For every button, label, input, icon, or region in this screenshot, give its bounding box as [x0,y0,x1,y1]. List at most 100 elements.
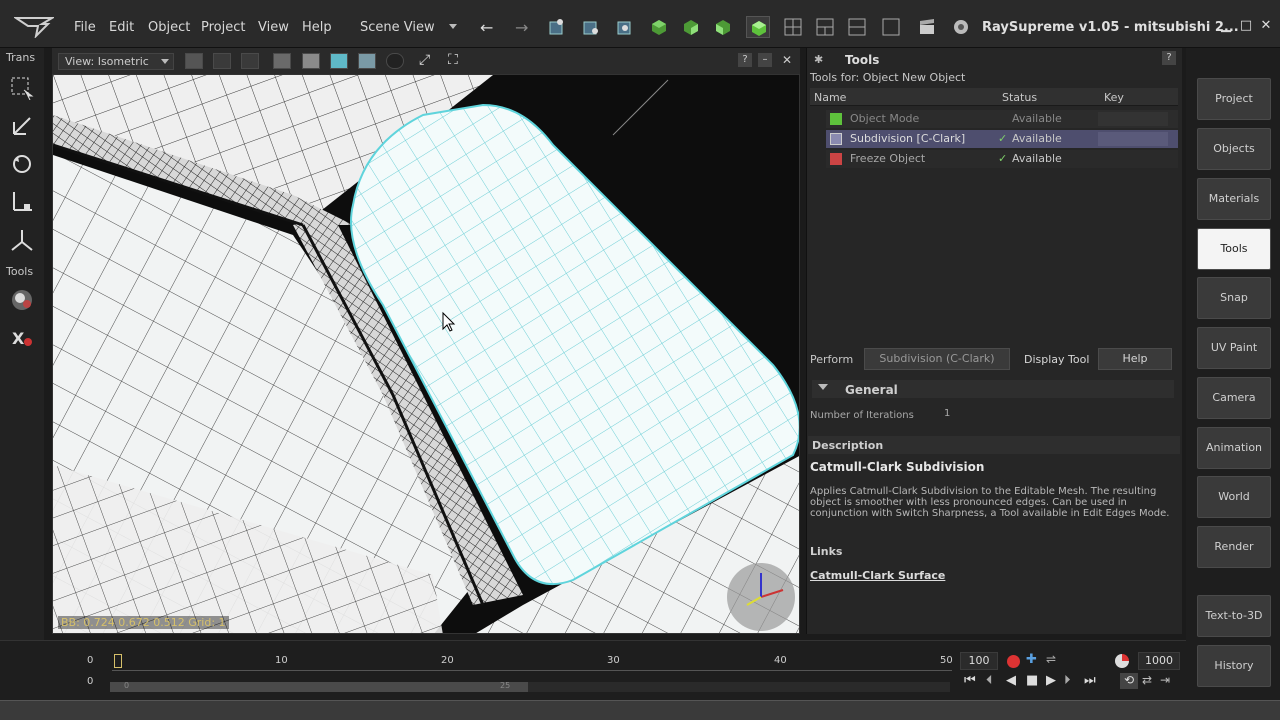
axis-icon[interactable] [10,228,34,252]
perform-tool-button[interactable]: Subdivision (C-Clark) [864,348,1010,370]
table-row[interactable]: Freeze Object ✓ Available [826,150,1178,168]
display-tool-button[interactable]: Display Tool [1024,353,1089,366]
3d-viewport[interactable] [52,74,800,634]
minimize-button[interactable]: ▁ [1218,18,1234,34]
scene-view-select[interactable]: Scene View [360,20,435,35]
speed-dial-icon[interactable] [1115,654,1129,668]
world-settings-icon[interactable] [952,18,970,36]
stop-icon[interactable]: ■ [1026,673,1038,688]
tab-camera[interactable]: Camera [1197,377,1271,419]
skip-end-icon[interactable]: ⏭ [1084,673,1096,688]
rotate-view-icon[interactable] [582,18,600,36]
layout-quad-icon[interactable] [784,18,802,36]
record-icon[interactable] [1007,655,1020,668]
step-forward-icon[interactable]: ⏵ [1064,673,1071,688]
table-row[interactable]: Object Mode Available [826,110,1178,128]
cube-object-icon[interactable] [650,18,668,36]
tab-animation[interactable]: Animation [1197,427,1271,469]
tab-world[interactable]: World [1197,476,1271,518]
tool-key[interactable] [1098,112,1168,126]
playhead[interactable] [114,654,122,668]
play-icon[interactable]: ▶ [1046,673,1056,688]
tool-key[interactable] [1098,132,1168,146]
end-frame-input[interactable]: 1000 [1138,652,1180,670]
select-icon[interactable] [10,76,34,100]
menu-object[interactable]: Object [148,20,190,35]
tab-text-to-3d[interactable]: Text-to-3D [1197,595,1271,637]
layout-split-icon[interactable] [848,18,866,36]
col-name[interactable]: Name [814,91,846,104]
view-select[interactable]: View: Isometric [58,53,174,70]
fit-selection-icon[interactable]: ⛶ [448,52,458,68]
fit-view-icon[interactable]: ⤢ [419,52,430,68]
loop-icon[interactable]: ⟲ [1120,673,1138,689]
tab-project[interactable]: Project [1197,78,1271,120]
view-textured-button[interactable] [358,53,376,69]
view-render-button[interactable] [386,53,404,69]
menu-help[interactable]: Help [302,20,332,35]
menu-edit[interactable]: Edit [109,20,134,35]
view-wire-button[interactable] [213,53,231,69]
menu-view[interactable]: View [258,20,289,35]
menu-project[interactable]: Project [201,20,245,35]
scale-icon[interactable] [10,190,34,214]
subdivide-tool-icon[interactable] [10,288,34,312]
select-move-icon[interactable] [548,18,566,36]
view-grid-button[interactable] [185,53,203,69]
chevron-down-icon[interactable] [449,24,457,29]
view-material-button[interactable] [330,53,348,69]
help-button[interactable]: Help [1098,348,1172,370]
help-icon[interactable]: ? [738,53,752,67]
play-once-icon[interactable]: ⇥ [1160,673,1170,687]
pin-icon[interactable]: ✱ [814,53,823,66]
table-row[interactable]: Subdivision [C-Clark] ✓ Available [826,130,1178,148]
timeline-ruler[interactable] [112,670,952,671]
render-clapper-icon[interactable] [918,18,936,36]
tab-objects[interactable]: Objects [1197,128,1271,170]
col-status[interactable]: Status [1002,91,1037,104]
menu-file[interactable]: File [74,20,96,35]
tab-render[interactable]: Render [1197,526,1271,568]
play-reverse-icon[interactable]: ◀ [1006,673,1016,688]
perform-label: Perform [810,353,854,366]
tab-history[interactable]: History [1197,645,1271,687]
move-icon[interactable] [10,114,34,138]
col-key[interactable]: Key [1104,91,1124,104]
rotate-icon[interactable] [10,152,34,176]
minimize-viewport-icon[interactable]: – [758,53,772,67]
view-smooth-button[interactable] [302,53,320,69]
remove-key-icon[interactable]: ⇌ [1046,652,1056,666]
timeline-start-bottom: 0 [87,676,94,687]
skip-start-icon[interactable]: ⏮ [964,673,976,688]
view-solid-button[interactable] [241,53,259,69]
close-viewport-icon[interactable]: ✕ [780,53,794,67]
split-tool-icon[interactable]: X [10,326,34,350]
scrub-thumb[interactable] [110,682,528,692]
add-key-icon[interactable]: ✚ [1026,652,1037,667]
catmull-clark-link[interactable]: Catmull-Clark Surface [810,569,945,582]
iterations-input[interactable]: 1 [938,408,978,422]
zoom-view-icon[interactable] [616,18,634,36]
cube-vertex-icon [752,21,766,36]
description-label: Description [812,439,884,452]
undo-icon[interactable]: ← [480,18,498,37]
maximize-button[interactable]: □ [1238,18,1254,34]
view-shaded-button[interactable] [273,53,291,69]
tab-materials[interactable]: Materials [1197,178,1271,220]
tab-uv-paint[interactable]: UV Paint [1197,327,1271,369]
frame-count-input[interactable]: 100 [960,652,998,670]
tab-tools[interactable]: Tools [1197,228,1271,270]
help-icon[interactable]: ? [1162,51,1176,65]
redo-icon[interactable]: → [515,18,533,37]
step-back-icon[interactable]: ⏴ [986,673,993,688]
ping-pong-icon[interactable]: ⇄ [1142,673,1152,687]
cube-face-icon[interactable] [682,18,700,36]
tab-snap[interactable]: Snap [1197,277,1271,319]
close-button[interactable]: ✕ [1258,18,1274,34]
cube-vertex-button[interactable] [746,16,770,38]
layout-single-icon[interactable] [882,18,900,36]
view-select-label: View: Isometric [65,55,149,68]
cube-edge-icon[interactable] [714,18,732,36]
layout-triple-icon[interactable] [816,18,834,36]
collapse-arrow-icon[interactable] [818,384,828,390]
